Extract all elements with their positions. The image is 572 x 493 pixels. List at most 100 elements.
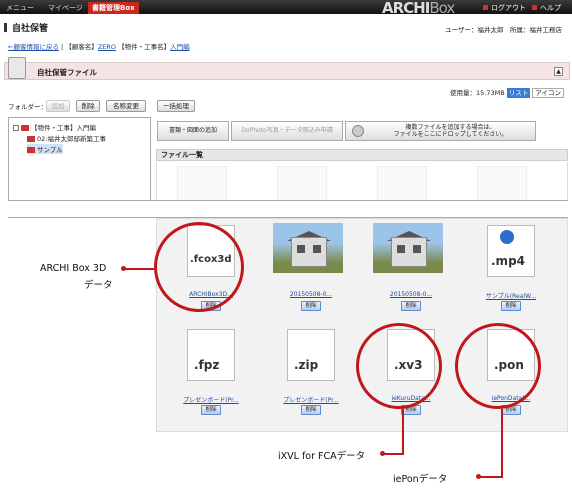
folder-label: フォルダー： xyxy=(8,103,47,111)
folder-delete-button[interactable]: 削除 xyxy=(76,100,100,112)
highlight-circle-ixvl xyxy=(356,323,442,409)
user-info: ユーザー：福井太郎 所属：福井工務店 xyxy=(445,26,562,34)
logo-box: Box xyxy=(429,0,455,17)
thumbnail-strip xyxy=(156,162,568,202)
delete-button[interactable]: 削除 xyxy=(401,301,421,311)
annotation-leader-line xyxy=(122,268,154,270)
expand-icon xyxy=(13,125,19,131)
file-list-header: ファイル一覧 xyxy=(156,149,568,161)
delete-button[interactable]: 削除 xyxy=(501,301,521,311)
file-item[interactable]: .fpz プレゼンボード(Pr... 削除 xyxy=(165,325,257,425)
file-name-link[interactable]: プレゼンボード(Pr... xyxy=(165,395,257,404)
annotation-leader-line xyxy=(402,409,404,454)
property-label: 【物件・工事名】 xyxy=(118,43,171,51)
tree-item-label: 02:福井太郎邸新築工事 xyxy=(37,135,106,143)
annotation-leader-line xyxy=(501,409,503,477)
window-shape xyxy=(413,245,421,253)
logout-label: ログアウト xyxy=(491,4,526,12)
logout-icon xyxy=(483,5,488,10)
window-shape xyxy=(297,245,305,253)
annotation-ixvl: iXVL for FCAデータ xyxy=(278,451,366,462)
annotation-leader-line xyxy=(480,476,503,478)
help-icon xyxy=(532,5,537,10)
file-extension: .fpz xyxy=(194,358,220,372)
delete-button[interactable]: 削除 xyxy=(301,405,321,415)
breadcrumb: ←顧客情報に戻る | 【顧客名】ZERO 【物件・工事名】入門編 xyxy=(8,41,190,51)
usage-text: 使用量：15.73MB xyxy=(450,89,505,97)
annotation-dot xyxy=(121,266,126,271)
folder-icon xyxy=(27,136,35,142)
cut-line xyxy=(8,200,568,218)
file-name-link[interactable]: サンプル(RealW... xyxy=(465,291,557,300)
annotation-archi3d-line1: ARCHI Box 3D xyxy=(40,263,107,274)
view-list-toggle[interactable]: リスト xyxy=(506,88,531,98)
document-icon: .zip xyxy=(287,329,335,381)
tree-item-sample[interactable]: サンプル xyxy=(27,144,63,154)
delete-button[interactable]: 削除 xyxy=(301,301,321,311)
folder-icon xyxy=(21,125,29,131)
top-navigation-bar: メニュー マイページ 書籍管理Box ARCHIBox ログアウト ヘルプ xyxy=(0,0,572,17)
tab-menu[interactable]: メニュー xyxy=(2,2,38,14)
annotation-iepon: iePonデータ xyxy=(393,474,448,485)
help-label: ヘルプ xyxy=(540,4,561,12)
annotation-dot xyxy=(476,474,481,479)
folder-tree: 【物件・工事】入門編 02:福井太郎邸新築工事 サンプル xyxy=(8,117,151,201)
file-extension: .zip xyxy=(294,358,319,372)
house-photo-thumbnail xyxy=(373,223,443,273)
tree-item-project[interactable]: 【物件・工事】入門編 xyxy=(13,122,96,132)
file-item[interactable]: .zip プレゼンボード(Pr... 削除 xyxy=(265,325,357,425)
folder-rename-button[interactable]: 名称変更 xyxy=(106,100,146,112)
delete-button[interactable]: 削除 xyxy=(201,405,221,415)
house-photo-thumbnail xyxy=(273,223,343,273)
view-icon-toggle[interactable]: アイコン xyxy=(532,88,564,98)
client-link[interactable]: ZERO xyxy=(98,43,116,51)
tree-item-subfolder[interactable]: 02:福井太郎邸新築工事 xyxy=(27,133,106,143)
heading-marker xyxy=(4,23,7,32)
property-link[interactable]: 入門編 xyxy=(170,43,190,51)
drawing-thumbnail[interactable] xyxy=(377,166,427,202)
usage-bar: 使用量：15.73MB リスト アイコン xyxy=(450,87,564,98)
drawing-thumbnail[interactable] xyxy=(277,166,327,202)
file-item[interactable]: 20150508-0... 削除 xyxy=(365,221,457,321)
tree-item-label: サンプル xyxy=(37,146,63,154)
drop-zone[interactable]: 複数ファイルを追加する場合は、 ファイルをここにドロップしてください。 xyxy=(345,121,536,141)
logo-archi: ARCHI xyxy=(382,0,430,17)
archibox-logo: ARCHIBox xyxy=(382,0,455,17)
annotation-dot xyxy=(380,451,385,456)
file-name-link[interactable]: 20150508-0... xyxy=(265,291,357,298)
play-icon xyxy=(500,230,514,244)
document-icon: .mp4 xyxy=(487,225,535,277)
bulk-process-button[interactable]: 一括処理 xyxy=(157,100,195,112)
drawing-thumbnail[interactable] xyxy=(177,166,227,202)
file-item[interactable]: 20150508-0... 削除 xyxy=(265,221,357,321)
logout-link[interactable]: ログアウト xyxy=(483,3,526,13)
window-shape xyxy=(313,245,321,253)
highlight-circle-archi3d xyxy=(154,222,244,312)
file-item[interactable]: .mp4 サンプル(RealW... 削除 xyxy=(465,221,557,321)
photo-import-button[interactable]: DoPhoto写真・データ取込み申請 xyxy=(231,121,343,141)
folder-add-button[interactable]: 追加 xyxy=(46,100,70,112)
document-icon: .fpz xyxy=(187,329,235,381)
annotation-archi3d-line2: データ xyxy=(84,280,113,291)
back-to-client-link[interactable]: ←顧客情報に戻る xyxy=(8,43,59,51)
client-label: 【顧客名】 xyxy=(65,43,98,51)
file-name-link[interactable]: プレゼンボード(Pr... xyxy=(265,395,357,404)
breadcrumb-separator: | xyxy=(61,43,64,51)
folder-icon xyxy=(27,147,35,153)
window-shape xyxy=(397,245,405,253)
panel-header: 自社保管ファイル ▲ xyxy=(4,57,570,80)
drop-zone-line2: ファイルをここにドロップしてください。 xyxy=(393,131,508,138)
panel-title: 自社保管ファイル xyxy=(37,68,97,77)
file-name-link[interactable]: 20150508-0... xyxy=(365,291,457,298)
tree-item-label: 【物件・工事】入門編 xyxy=(31,124,96,132)
page-title: 自社保管 xyxy=(12,24,49,34)
help-link[interactable]: ヘルプ xyxy=(532,3,561,13)
collapse-button[interactable]: ▲ xyxy=(554,67,563,76)
file-extension: .mp4 xyxy=(491,254,526,268)
file-cabinet-icon xyxy=(8,57,26,79)
drawing-thumbnail[interactable] xyxy=(477,166,527,202)
add-document-button[interactable]: 書類・図面の追加 xyxy=(157,121,229,141)
tab-document-box[interactable]: 書籍管理Box xyxy=(88,2,139,14)
tab-mypage[interactable]: マイページ xyxy=(44,2,87,14)
upload-icon xyxy=(352,125,364,137)
